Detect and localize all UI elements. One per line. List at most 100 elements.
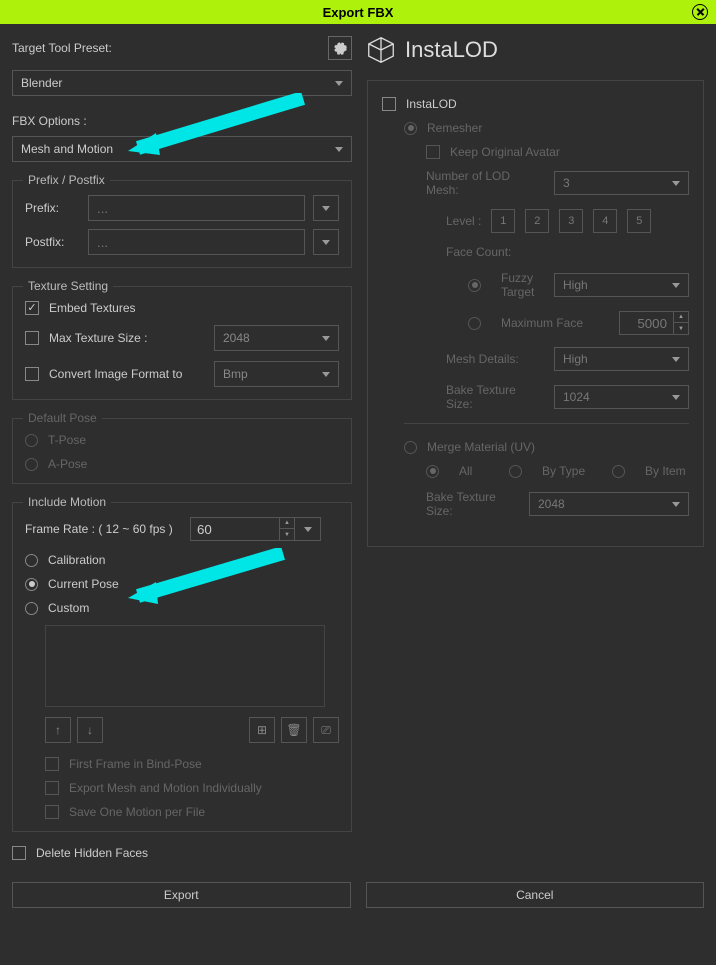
convert-format-select[interactable]: Bmp bbox=[214, 361, 339, 387]
postfix-dropdown-button[interactable] bbox=[313, 229, 339, 255]
bake-tex-value: 1024 bbox=[563, 390, 590, 404]
chevron-down-icon bbox=[672, 357, 680, 362]
move-down-button[interactable]: ↓ bbox=[77, 717, 103, 743]
gear-button[interactable] bbox=[328, 36, 352, 60]
max-texture-label: Max Texture Size : bbox=[49, 331, 197, 345]
target-preset-select[interactable]: Blender bbox=[12, 70, 352, 96]
postfix-input[interactable] bbox=[88, 229, 305, 255]
fuzzy-select: High bbox=[554, 273, 689, 297]
cancel-button[interactable]: Cancel bbox=[366, 882, 705, 908]
arrow-up-icon: ↑ bbox=[55, 723, 61, 737]
merge-bytype-label: By Type bbox=[542, 464, 602, 478]
titlebar: Export FBX bbox=[0, 0, 716, 24]
frame-rate-input[interactable] bbox=[190, 517, 280, 541]
delete-button[interactable]: 🗑 bbox=[281, 717, 307, 743]
apose-label: A-Pose bbox=[48, 457, 87, 471]
bake-tex2-select: 2048 bbox=[529, 492, 689, 516]
remesher-label: Remesher bbox=[427, 121, 482, 135]
postfix-label: Postfix: bbox=[25, 235, 80, 249]
merge-material-label: Merge Material (UV) bbox=[427, 440, 535, 454]
mesh-details-label: Mesh Details: bbox=[446, 352, 544, 366]
merge-material-radio bbox=[404, 441, 417, 454]
max-face-down: ▼ bbox=[674, 323, 688, 334]
prefix-label: Prefix: bbox=[25, 201, 80, 215]
instalod-brand: InstaLOD bbox=[405, 37, 498, 63]
embed-textures-checkbox[interactable] bbox=[25, 301, 39, 315]
chevron-down-icon bbox=[672, 502, 680, 507]
keep-original-checkbox bbox=[426, 145, 440, 159]
delete-hidden-checkbox[interactable] bbox=[12, 846, 26, 860]
custom-motion-list bbox=[45, 625, 325, 707]
frame-rate-dropdown[interactable] bbox=[295, 517, 321, 541]
fbx-options-value: Mesh and Motion bbox=[21, 142, 113, 156]
divider bbox=[404, 423, 689, 424]
apose-radio bbox=[25, 458, 38, 471]
default-pose-group: Default Pose T-Pose A-Pose bbox=[12, 418, 352, 484]
chevron-down-icon bbox=[322, 206, 330, 211]
prefix-dropdown-button[interactable] bbox=[313, 195, 339, 221]
level-5-button: 5 bbox=[627, 209, 651, 233]
convert-format-checkbox[interactable] bbox=[25, 367, 39, 381]
chevron-down-icon bbox=[322, 240, 330, 245]
tpose-radio bbox=[25, 434, 38, 447]
level-4-button: 4 bbox=[593, 209, 617, 233]
bake-tex-select: 1024 bbox=[554, 385, 689, 409]
add-button[interactable]: ⊞ bbox=[249, 717, 275, 743]
mesh-details-select: High bbox=[554, 347, 689, 371]
save-one-checkbox bbox=[45, 805, 59, 819]
convert-format-label: Convert Image Format to bbox=[49, 367, 197, 381]
prefix-postfix-legend: Prefix / Postfix bbox=[23, 173, 110, 187]
target-preset-value: Blender bbox=[21, 76, 62, 90]
include-motion-group: Include Motion Frame Rate : ( 12 ~ 60 fp… bbox=[12, 502, 352, 832]
remesher-radio bbox=[404, 122, 417, 135]
bake-tex2-value: 2048 bbox=[538, 497, 565, 511]
tpose-label: T-Pose bbox=[48, 433, 86, 447]
fuzzy-label: Fuzzy Target bbox=[501, 271, 544, 299]
current-pose-radio[interactable] bbox=[25, 578, 38, 591]
move-up-button[interactable]: ↑ bbox=[45, 717, 71, 743]
num-lod-label: Number of LOD Mesh: bbox=[426, 169, 544, 197]
max-face-radio bbox=[468, 317, 481, 330]
first-frame-checkbox bbox=[45, 757, 59, 771]
mesh-details-value: High bbox=[563, 352, 588, 366]
calibration-label: Calibration bbox=[48, 553, 105, 567]
current-pose-label: Current Pose bbox=[48, 577, 119, 591]
instalod-checkbox[interactable] bbox=[382, 97, 396, 111]
fbx-options-select[interactable]: Mesh and Motion bbox=[12, 136, 352, 162]
export-indiv-label: Export Mesh and Motion Individually bbox=[69, 781, 262, 795]
chevron-down-icon bbox=[672, 181, 680, 186]
max-face-up: ▲ bbox=[674, 312, 688, 323]
num-lod-value: 3 bbox=[563, 176, 570, 190]
fuzzy-value: High bbox=[563, 278, 588, 292]
fuzzy-radio bbox=[468, 279, 481, 292]
chevron-down-icon bbox=[672, 283, 680, 288]
window-title: Export FBX bbox=[323, 5, 394, 20]
calibration-radio[interactable] bbox=[25, 554, 38, 567]
clear-button[interactable]: ⎚ bbox=[313, 717, 339, 743]
frame-rate-up[interactable]: ▲ bbox=[280, 518, 294, 529]
level-label: Level : bbox=[446, 214, 481, 228]
max-face-label: Maximum Face bbox=[501, 316, 609, 330]
chevron-down-icon bbox=[322, 336, 330, 341]
max-texture-checkbox[interactable] bbox=[25, 331, 39, 345]
chevron-down-icon bbox=[322, 372, 330, 377]
prefix-input[interactable] bbox=[88, 195, 305, 221]
embed-textures-label: Embed Textures bbox=[49, 301, 136, 315]
max-texture-select[interactable]: 2048 bbox=[214, 325, 339, 351]
delete-hidden-label: Delete Hidden Faces bbox=[36, 846, 148, 860]
include-motion-legend: Include Motion bbox=[23, 495, 111, 509]
keep-original-label: Keep Original Avatar bbox=[450, 145, 560, 159]
max-face-input bbox=[619, 311, 674, 335]
custom-radio[interactable] bbox=[25, 602, 38, 615]
frame-rate-label: Frame Rate : ( 12 ~ 60 fps ) bbox=[25, 522, 190, 536]
export-button[interactable]: Export bbox=[12, 882, 351, 908]
prefix-postfix-group: Prefix / Postfix Prefix: Postfix: bbox=[12, 180, 352, 268]
merge-bytype-radio bbox=[509, 465, 522, 478]
merge-all-label: All bbox=[459, 464, 499, 478]
close-icon[interactable] bbox=[692, 4, 708, 20]
frame-rate-down[interactable]: ▼ bbox=[280, 529, 294, 540]
instalod-label: InstaLOD bbox=[406, 97, 457, 111]
merge-all-radio bbox=[426, 465, 439, 478]
first-frame-label: First Frame in Bind-Pose bbox=[69, 757, 202, 771]
convert-format-value: Bmp bbox=[223, 367, 248, 381]
